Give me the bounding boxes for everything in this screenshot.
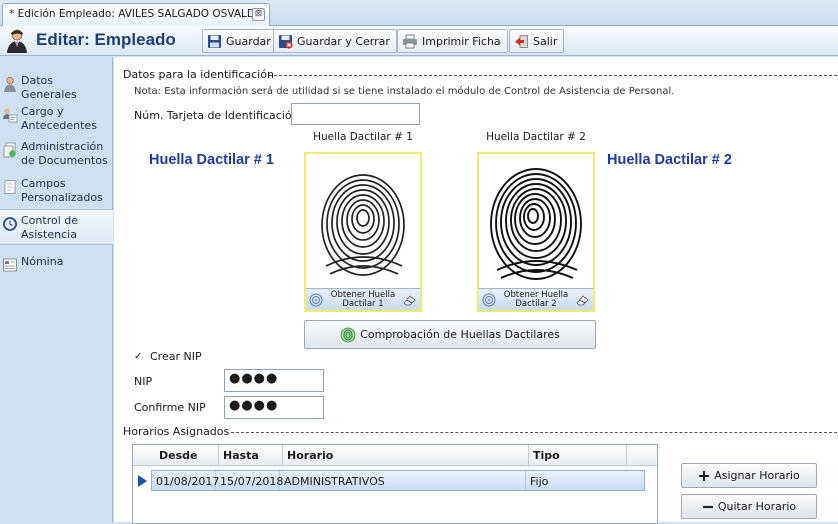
page-title: Editar: Empleado (36, 30, 176, 49)
get-fingerprint-1-button[interactable]: Obtener Huella Dactilar 1 (306, 288, 420, 310)
fingerprint-2-icon (490, 168, 582, 280)
card-number-label: Núm. Tarjeta de Identificación (134, 109, 299, 122)
fingerprint-small-icon (309, 293, 323, 306)
document-tab[interactable]: * Edición Empleado: AVILES SALGADO OSVAL… (2, 3, 270, 26)
check-fingerprints-label: Comprobación de Huellas Dactilares (360, 328, 560, 341)
assign-schedule-button[interactable]: Asignar Horario (681, 463, 817, 488)
clock-icon (3, 217, 17, 231)
print-button[interactable]: Imprimir Ficha (397, 29, 508, 53)
fingerprint-1-title: Huella Dactilar # 1 (149, 152, 274, 168)
schedules-table: Desde Hasta Horario Tipo 01/08/2017 15/0… (132, 444, 658, 524)
person-icon (4, 76, 16, 92)
confirm-nip-label: Confirme NIP (134, 401, 206, 414)
exit-button[interactable]: Salir (509, 29, 565, 53)
assign-schedule-label: Asignar Horario (714, 469, 800, 482)
row-indicator-arrow-icon (138, 475, 147, 487)
sidebar-item-label: Datos Generales (21, 74, 77, 101)
save-button-label: Guardar (226, 34, 271, 48)
sidebar-item-control-asistencia[interactable]: Control de Asistencia (0, 209, 113, 245)
get-fingerprint-1-label: Obtener Huella Dactilar 1 (330, 289, 396, 309)
column-header-tipo[interactable]: Tipo (529, 445, 627, 465)
checkbox-check-icon: ✓ (134, 351, 143, 362)
document-tab-title: * Edición Empleado: AVILES SALGADO OSVAL… (9, 8, 264, 20)
row-indicator-header (133, 445, 155, 465)
remove-schedule-button[interactable]: Quitar Horario (681, 494, 817, 519)
column-header-horario[interactable]: Horario (283, 445, 529, 465)
create-nip-checkbox[interactable]: ✓ Crear NIP (134, 350, 202, 363)
floppy-disk-close-icon (279, 34, 293, 49)
fingerprint-1-icon (321, 174, 405, 276)
fingerprint-2-title: Huella Dactilar # 2 (607, 152, 732, 168)
column-header-desde[interactable]: Desde (155, 445, 219, 465)
eraser-icon[interactable] (403, 294, 417, 306)
cell-horario: ADMINISTRATIVOS (280, 471, 526, 490)
sidebar-item-label: Cargo y Antecedentes (21, 105, 97, 132)
sidebar-item-label: Control de Asistencia (21, 214, 79, 241)
fingerprint-1-image: Obtener Huella Dactilar 1 (304, 152, 422, 312)
group-divider (231, 432, 837, 433)
identification-note: Nota: Esta información será de utilidad … (134, 86, 675, 97)
plus-icon (699, 470, 710, 481)
payroll-icon (3, 258, 17, 272)
check-fingerprints-button[interactable]: Comprobación de Huellas Dactilares (304, 320, 596, 349)
print-button-label: Imprimir Ficha (422, 34, 501, 48)
remove-schedule-label: Quitar Horario (717, 500, 797, 513)
sidebar-item-datos-generales[interactable]: Datos Generales (0, 70, 113, 104)
fingerprint-1-caption: Huella Dactilar # 1 (313, 131, 413, 143)
save-and-close-button[interactable]: Guardar y Cerrar (273, 29, 397, 53)
printer-icon (403, 34, 417, 48)
cell-tipo: Fijo (530, 475, 549, 488)
group-divider (269, 75, 837, 76)
get-fingerprint-2-button[interactable]: Obtener Huella Dactilar 2 (479, 288, 593, 310)
eraser-icon[interactable] (576, 294, 590, 306)
schedules-group-header: Horarios Asignados (123, 425, 230, 438)
save-and-close-button-label: Guardar y Cerrar (297, 34, 390, 48)
fingerprint-check-icon (340, 327, 356, 342)
column-header-hasta[interactable]: Hasta (219, 445, 283, 465)
fingerprint-2-image: Obtener Huella Dactilar 2 (477, 152, 595, 312)
exit-button-label: Salir (533, 34, 558, 48)
table-row[interactable]: 01/08/2017 15/07/2018 ADMINISTRATIVOS Fi… (151, 470, 645, 491)
sidebar-item-cargo-antecedentes[interactable]: Cargo y Antecedentes (0, 101, 113, 135)
table-header: Desde Hasta Horario Tipo (133, 445, 657, 466)
save-button[interactable]: Guardar (202, 29, 278, 53)
close-tab-icon[interactable]: ⊠ (252, 8, 265, 21)
form-icon (4, 180, 16, 194)
fingerprint-small-icon (482, 293, 496, 306)
main-panel: Datos para la identificación Nota: Esta … (114, 57, 838, 524)
minus-icon (702, 505, 713, 508)
id-card-icon (3, 108, 18, 123)
create-nip-label: Crear NIP (150, 350, 202, 363)
nip-input[interactable]: ●●●● (224, 369, 324, 392)
floppy-disk-icon (208, 34, 221, 48)
sidebar-item-label: Nómina (21, 255, 64, 268)
toolbar: Editar: Empleado Guardar Guardar y Cerra… (0, 26, 838, 56)
exit-icon (515, 34, 528, 48)
get-fingerprint-2-label: Obtener Huella Dactilar 2 (503, 289, 569, 309)
fingerprint-2-caption: Huella Dactilar # 2 (486, 131, 586, 143)
sidebar-item-campos-personalizados[interactable]: Campos Personalizados (0, 173, 113, 207)
document-tab-strip: * Edición Empleado: AVILES SALGADO OSVAL… (0, 0, 838, 26)
cell-desde: 01/08/2017 (152, 471, 219, 490)
sidebar-item-nomina[interactable]: Nómina (0, 251, 113, 275)
nip-label: NIP (134, 375, 153, 388)
cell-hasta: 15/07/2018 (216, 471, 283, 490)
card-number-input[interactable] (291, 103, 420, 125)
identification-group-header: Datos para la identificación (123, 68, 274, 81)
confirm-nip-input[interactable]: ●●●● (224, 396, 324, 419)
sidebar-item-label: Administración de Documentos (21, 140, 108, 167)
sidebar: Datos Generales Cargo y Antecedentes Adm… (0, 57, 113, 522)
employee-avatar-icon (7, 29, 27, 53)
sidebar-item-label: Campos Personalizados (21, 177, 103, 204)
documents-icon (3, 142, 16, 158)
sidebar-item-administracion-documentos[interactable]: Administración de Documentos (0, 136, 113, 170)
